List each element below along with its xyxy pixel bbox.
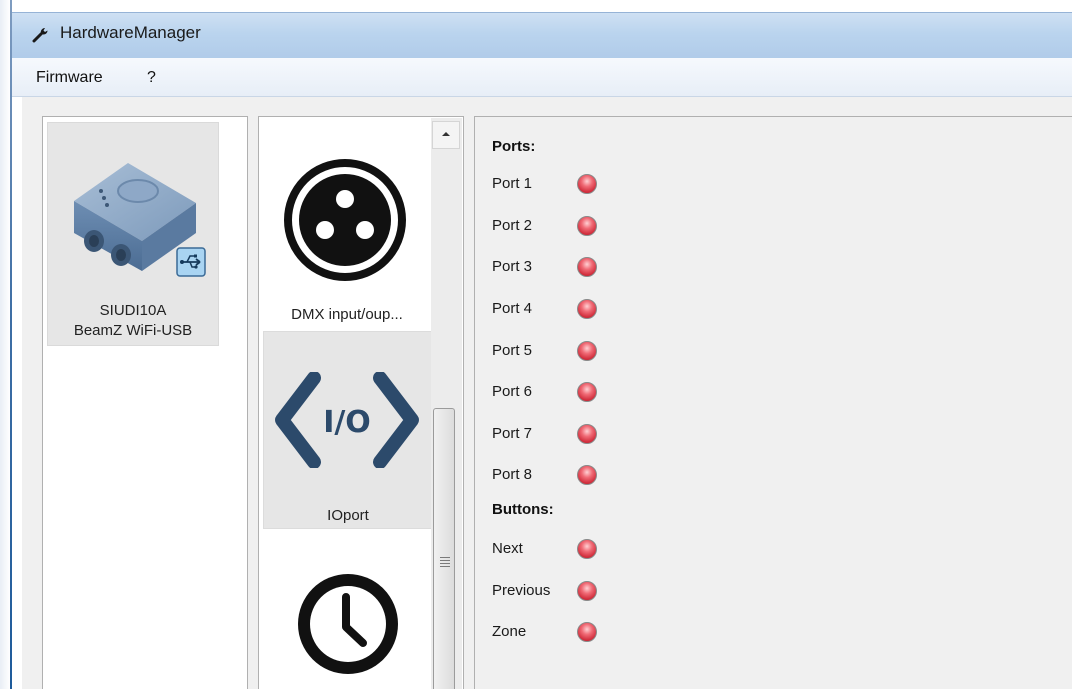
- port-label: Port 1: [492, 175, 533, 192]
- menu-bar: Firmware ?: [12, 58, 1072, 97]
- device-item-siudi10a[interactable]: SIUDI10A BeamZ WiFi-USB: [47, 122, 219, 346]
- menu-firmware[interactable]: Firmware: [36, 69, 103, 87]
- port-8-led-indicator: [577, 465, 597, 485]
- window-title: HardwareManager: [60, 23, 201, 42]
- port-label: Port 2: [492, 217, 533, 234]
- xlr-connector-icon: [284, 159, 406, 281]
- port-label: Port 5: [492, 342, 533, 359]
- button-label: Previous: [492, 582, 551, 599]
- scroll-thumb[interactable]: [433, 408, 455, 689]
- wrench-icon: [32, 28, 48, 43]
- button-label: Zone: [492, 623, 527, 640]
- usb-icon: [176, 247, 206, 277]
- hardware-manager-window: HardwareManager Firmware ? SIUDI10A Beam…: [0, 0, 1072, 689]
- feature-item-clock[interactable]: [263, 529, 431, 689]
- feature-label-dmx: DMX input/oup...: [291, 306, 403, 323]
- zone-led-indicator: [577, 622, 597, 642]
- port-label: Port 7: [492, 425, 533, 442]
- feature-list[interactable]: DMX input/oup... I/O IOport: [258, 116, 464, 689]
- io-status-panel: Ports: Port 1 Port 2 Port 3 Port 4 Port …: [474, 116, 1072, 689]
- port-7-led-indicator: [577, 424, 597, 444]
- device-name-label: BeamZ WiFi-USB: [73, 322, 193, 339]
- scroll-thumb-grip: [440, 557, 450, 567]
- device-model-label: SIUDI10A: [99, 302, 167, 319]
- feature-label-ioport: IOport: [327, 507, 369, 524]
- port-label: Port 3: [492, 258, 533, 275]
- previous-led-indicator: [577, 581, 597, 601]
- ports-heading: Ports:: [492, 138, 536, 155]
- scroll-up-button[interactable]: [432, 121, 460, 149]
- port-6-led-indicator: [577, 382, 597, 402]
- next-led-indicator: [577, 539, 597, 559]
- chevron-up-icon: [442, 132, 450, 136]
- port-label: Port 8: [492, 466, 533, 483]
- io-icon-text: I/O: [323, 405, 371, 440]
- port-1-led-indicator: [577, 174, 597, 194]
- button-label: Next: [492, 540, 523, 557]
- port-label: Port 4: [492, 300, 533, 317]
- menu-help[interactable]: ?: [147, 69, 156, 87]
- io-code-icon: I/O: [275, 372, 419, 468]
- feature-list-scrollbar[interactable]: [431, 118, 462, 689]
- port-5-led-indicator: [577, 341, 597, 361]
- feature-item-dmx[interactable]: DMX input/oup...: [263, 118, 431, 330]
- feature-item-ioport[interactable]: I/O IOport: [263, 331, 433, 529]
- window-left-edge: [0, 0, 12, 689]
- clock-icon: [298, 574, 398, 674]
- title-bar[interactable]: HardwareManager: [12, 12, 1072, 59]
- port-2-led-indicator: [577, 216, 597, 236]
- port-4-led-indicator: [577, 299, 597, 319]
- port-label: Port 6: [492, 383, 533, 400]
- buttons-heading: Buttons:: [492, 501, 554, 518]
- device-list[interactable]: SIUDI10A BeamZ WiFi-USB: [42, 116, 248, 689]
- port-3-led-indicator: [577, 257, 597, 277]
